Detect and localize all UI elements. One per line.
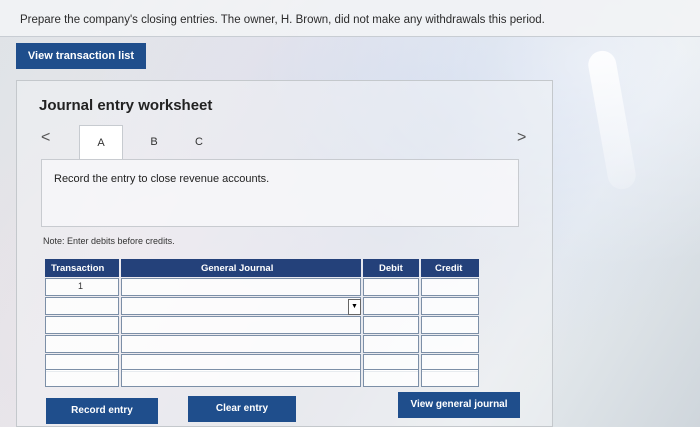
debit-field[interactable] [363, 335, 419, 353]
worksheet-tabs: A B C [79, 125, 524, 160]
transaction-cell [45, 335, 119, 353]
worksheet-title: Journal entry worksheet [39, 97, 213, 114]
debit-header: Debit [363, 259, 419, 277]
view-transaction-list-button[interactable]: View transaction list [16, 43, 146, 69]
account-field[interactable] [121, 335, 361, 353]
journal-entry-worksheet: Journal entry worksheet < > A B C Record… [16, 80, 553, 427]
chevron-down-icon[interactable]: ▼ [348, 299, 361, 315]
journal-table: Transaction General Journal Debit Credit… [45, 259, 479, 387]
transaction-cell [45, 316, 119, 334]
account-field[interactable] [121, 316, 361, 334]
debit-field[interactable] [363, 297, 419, 315]
note-text: Note: Enter debits before credits. [43, 236, 175, 246]
tab-b[interactable]: B [139, 125, 169, 159]
tab-a[interactable]: A [79, 125, 123, 160]
account-field[interactable] [121, 369, 361, 387]
transaction-cell [45, 369, 119, 387]
view-general-journal-button[interactable]: View general journal [398, 392, 520, 418]
tab-c[interactable]: C [184, 125, 214, 159]
instruction-box: Record the entry to close revenue accoun… [41, 159, 519, 227]
transaction-header: Transaction [45, 259, 119, 277]
debit-field[interactable] [363, 316, 419, 334]
credit-field[interactable] [421, 297, 479, 315]
question-prompt: Prepare the company's closing entries. T… [20, 14, 545, 26]
account-field[interactable] [121, 278, 361, 296]
transaction-header-label: Transaction [51, 263, 105, 274]
clear-entry-button[interactable]: Clear entry [188, 396, 296, 422]
reflection-glare [586, 48, 638, 192]
instruction-text: Record the entry to close revenue accoun… [54, 173, 270, 185]
general-journal-header: General Journal [121, 259, 361, 277]
credit-header-label: Credit [435, 263, 463, 274]
record-entry-button[interactable]: Record entry [46, 398, 158, 424]
question-header: Prepare the company's closing entries. T… [0, 0, 700, 37]
debit-header-label: Debit [379, 263, 403, 274]
account-field[interactable]: ▼ [121, 297, 361, 315]
debit-field[interactable] [363, 278, 419, 296]
transaction-cell [45, 297, 119, 315]
general-journal-header-label: General Journal [201, 263, 274, 274]
previous-arrow-icon[interactable]: < [41, 129, 50, 147]
credit-field[interactable] [421, 278, 479, 296]
credit-field[interactable] [421, 335, 479, 353]
credit-header: Credit [421, 259, 479, 277]
credit-field[interactable] [421, 316, 479, 334]
transaction-number: 1 [78, 281, 84, 291]
debit-field[interactable] [363, 369, 419, 387]
transaction-cell: 1 [45, 278, 119, 296]
credit-field[interactable] [421, 369, 479, 387]
